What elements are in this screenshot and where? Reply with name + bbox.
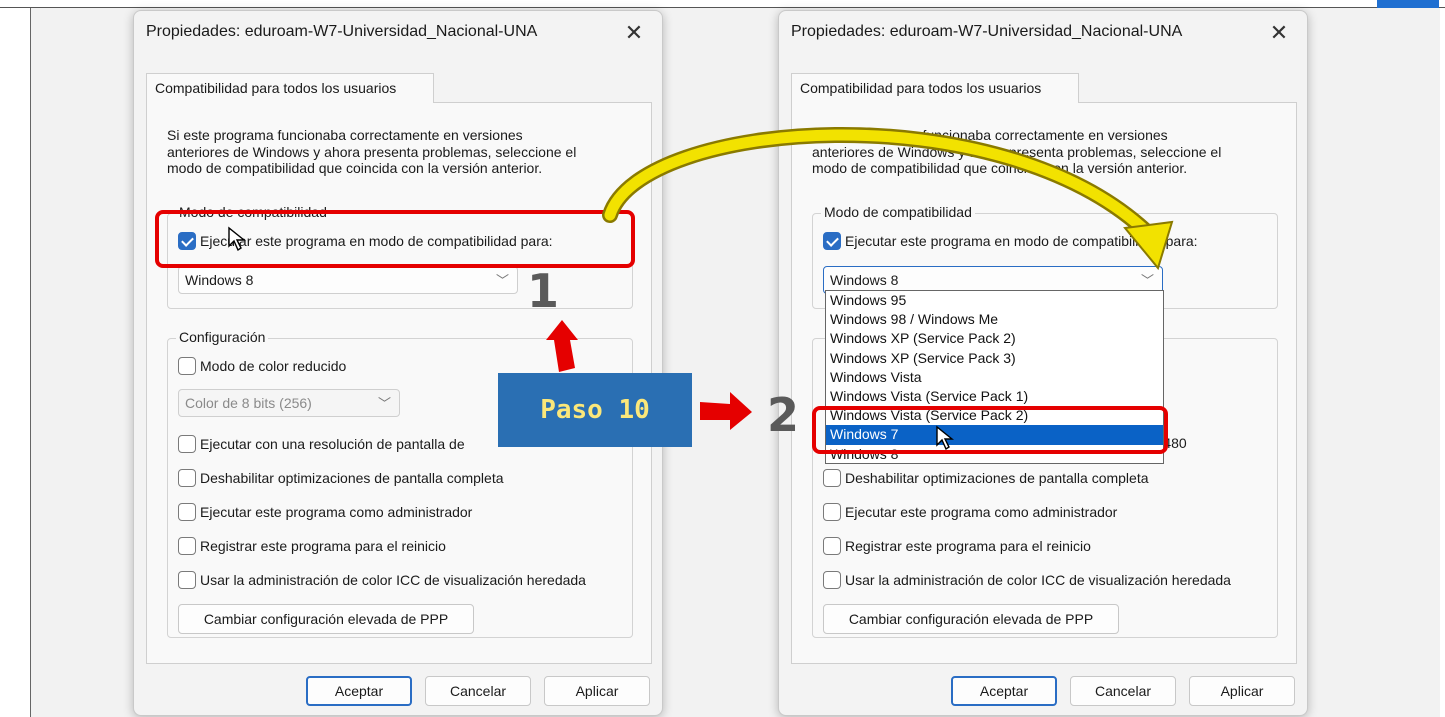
step-1-label: 1: [527, 264, 560, 318]
right-mouse-cursor-icon: [936, 425, 954, 451]
yellow-arrowhead-icon: [1123, 220, 1174, 271]
red-right-arrow-icon: [700, 392, 752, 430]
left-mouse-cursor-icon: [228, 226, 246, 252]
red-up-arrow-icon: [546, 320, 578, 372]
step-2-label: 2: [767, 388, 800, 442]
annotation-arrows: [546, 127, 1174, 430]
paso-label: Paso 10: [498, 373, 692, 447]
